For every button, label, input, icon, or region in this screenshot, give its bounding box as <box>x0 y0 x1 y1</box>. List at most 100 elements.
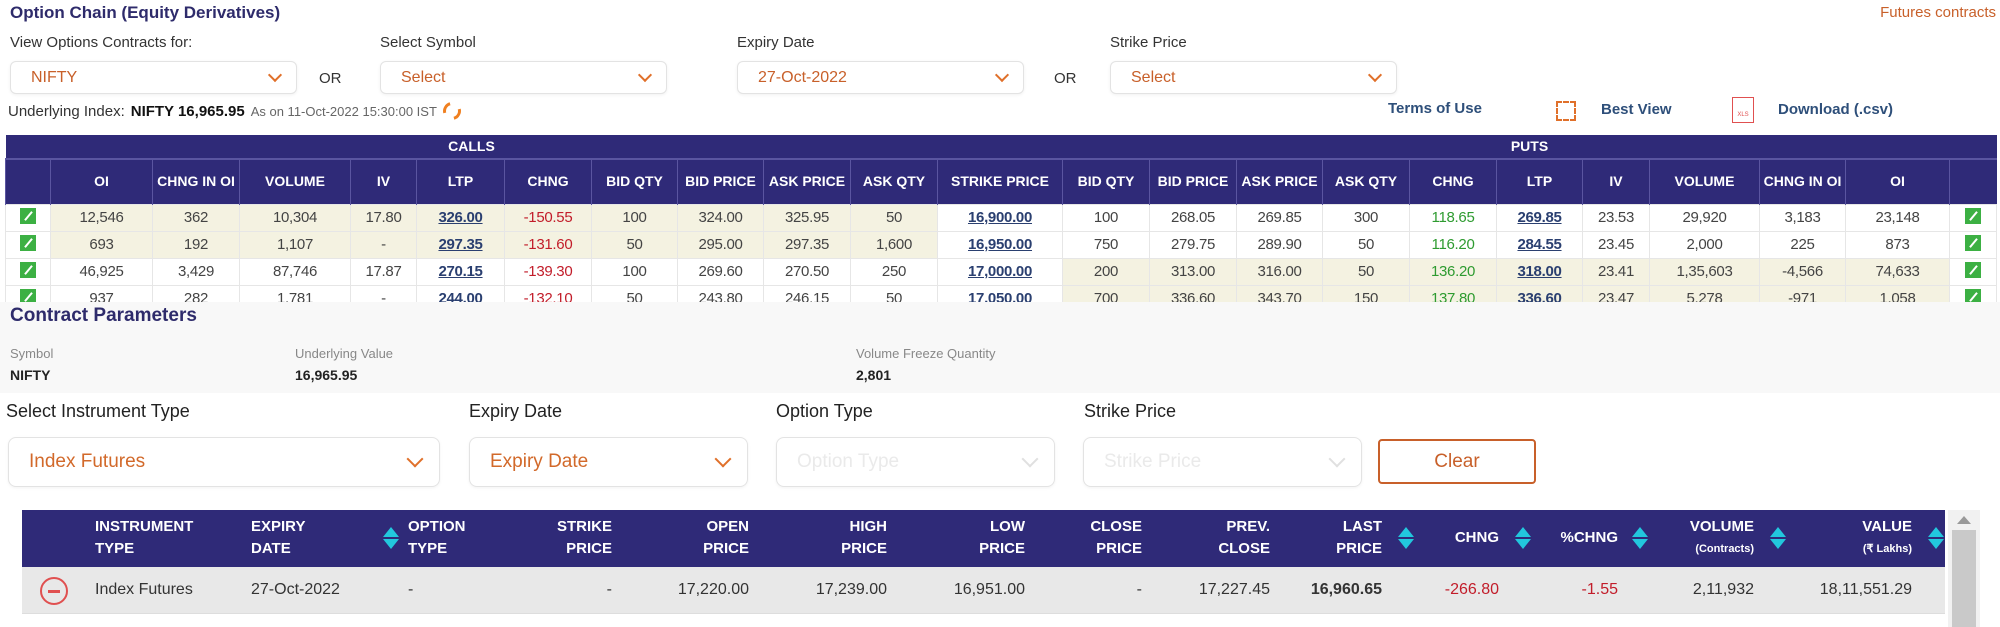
sort-asc-icon[interactable] <box>1515 527 1531 537</box>
cell-ltp[interactable]: 326.00 <box>416 203 505 232</box>
column-header-chng-in-oi[interactable]: CHNG IN OI <box>152 159 240 204</box>
cell-strike-price[interactable]: 17,000.00 <box>937 257 1063 286</box>
scroll-up-icon[interactable] <box>1957 516 1971 524</box>
chart-icon[interactable] <box>20 207 36 224</box>
cell-ltp[interactable]: 297.35 <box>416 230 505 259</box>
terms-of-use-link[interactable]: Terms of Use <box>1388 100 1482 117</box>
best-view-link[interactable]: Best View <box>1601 101 1672 118</box>
column-header-chng[interactable]: CHNG <box>504 159 592 204</box>
header-open[interactable]: OPEN PRICE <box>703 516 749 560</box>
column-header-ltp[interactable]: LTP <box>416 159 505 204</box>
sort-pchng-icon[interactable] <box>1632 527 1648 549</box>
column-header-ask-price[interactable]: ASK PRICE <box>1236 159 1323 204</box>
header-low[interactable]: LOW PRICE <box>979 516 1025 560</box>
puts-header: PUTS <box>1062 135 1997 160</box>
column-header-bid-price[interactable]: BID PRICE <box>677 159 764 204</box>
best-view-icon[interactable] <box>1556 101 1576 121</box>
fut-strike-select[interactable]: Strike Price <box>1083 437 1362 487</box>
sort-asc-icon[interactable] <box>1770 527 1786 537</box>
sort-desc-icon[interactable] <box>1770 539 1786 549</box>
column-header-strike-price[interactable]: STRIKE PRICE <box>937 159 1063 204</box>
sort-expiry-icon[interactable] <box>383 527 399 549</box>
header-chng[interactable]: CHNG <box>1455 527 1499 549</box>
column-header-bid-qty[interactable]: BID QTY <box>1062 159 1150 204</box>
sort-chng-icon[interactable] <box>1515 527 1531 549</box>
puts-chart-cell[interactable] <box>1949 257 1997 286</box>
scrollbar-thumb[interactable] <box>1952 530 1976 627</box>
header-last[interactable]: LAST PRICE <box>1336 516 1382 560</box>
header-option-type[interactable]: OPTION TYPE <box>408 516 466 560</box>
calls-chart-cell[interactable] <box>5 230 51 259</box>
fut-expiry-select[interactable]: Expiry Date <box>469 437 748 487</box>
sort-desc-icon[interactable] <box>1632 539 1648 549</box>
download-csv-link[interactable]: Download (.csv) <box>1778 101 1893 118</box>
header-value[interactable]: VALUE (₹ Lakhs) <box>1862 516 1912 560</box>
column-header-bid-qty[interactable]: BID QTY <box>591 159 678 204</box>
sort-asc-icon[interactable] <box>383 527 399 537</box>
chart-icon[interactable] <box>20 261 36 278</box>
clear-button[interactable]: Clear <box>1378 439 1536 484</box>
cell-ltp[interactable]: 270.15 <box>416 257 505 286</box>
sort-volume-icon[interactable] <box>1770 527 1786 549</box>
scrollbar[interactable] <box>1948 510 1980 627</box>
puts-chart-cell[interactable] <box>1949 230 1997 259</box>
collapse-row-icon[interactable] <box>40 577 68 605</box>
strike-select[interactable]: Select <box>1110 61 1397 94</box>
cell-strike-price[interactable]: 16,950.00 <box>937 230 1063 259</box>
cell-ltp[interactable]: 269.85 <box>1496 203 1583 232</box>
sort-last-icon[interactable] <box>1398 527 1414 549</box>
column-header-ltp[interactable]: LTP <box>1496 159 1583 204</box>
calls-chart-cell[interactable] <box>5 257 51 286</box>
xls-file-icon[interactable]: XLS <box>1732 97 1754 123</box>
header-pchng[interactable]: %CHNG <box>1560 527 1618 549</box>
column-header-ask-qty[interactable]: ASK QTY <box>1322 159 1410 204</box>
column-header-volume[interactable]: VOLUME <box>1649 159 1760 204</box>
header-expiry[interactable]: EXPIRY DATE <box>251 516 305 560</box>
column-header-oi[interactable]: OI <box>1845 159 1950 204</box>
cell-strike-price[interactable]: 16,900.00 <box>937 203 1063 232</box>
calls-header: CALLS <box>5 135 938 160</box>
column-header-oi[interactable]: OI <box>50 159 153 204</box>
chart-icon[interactable] <box>1965 207 1981 224</box>
cell-pchng: -1.55 <box>1581 581 1618 598</box>
chart-icon[interactable] <box>20 234 36 251</box>
header-high[interactable]: HIGH PRICE <box>841 516 887 560</box>
sort-desc-icon[interactable] <box>1398 539 1414 549</box>
column-header-chng-in-oi[interactable]: CHNG IN OI <box>1759 159 1846 204</box>
chart-icon[interactable] <box>1965 261 1981 278</box>
futures-contracts-link[interactable]: Futures contracts <box>1880 4 1996 21</box>
sort-asc-icon[interactable] <box>1928 527 1944 537</box>
column-header-volume[interactable]: VOLUME <box>239 159 351 204</box>
header-strike[interactable]: STRIKE PRICE <box>557 516 612 560</box>
header-prev-close[interactable]: PREV. CLOSE <box>1218 516 1270 560</box>
cell-iv: 23.45 <box>1582 230 1650 259</box>
column-header-iv[interactable]: IV <box>1582 159 1650 204</box>
header-instrument[interactable]: INSTRUMENT TYPE <box>95 516 193 560</box>
column-header-chng[interactable]: CHNG <box>1409 159 1497 204</box>
option-type-select[interactable]: Option Type <box>776 437 1055 487</box>
sort-asc-icon[interactable] <box>1398 527 1414 537</box>
puts-chart-cell[interactable] <box>1949 203 1997 232</box>
sort-asc-icon[interactable] <box>1632 527 1648 537</box>
symbol-select[interactable]: Select <box>380 61 667 94</box>
sort-desc-icon[interactable] <box>383 539 399 549</box>
cell-ltp[interactable]: 284.55 <box>1496 230 1583 259</box>
header-close[interactable]: CLOSE PRICE <box>1090 516 1142 560</box>
column-header-ask-qty[interactable]: ASK QTY <box>850 159 938 204</box>
column-header-iv[interactable]: IV <box>350 159 417 204</box>
refresh-icon[interactable] <box>439 98 465 124</box>
sort-value-icon[interactable] <box>1928 527 1944 549</box>
cell-ltp[interactable]: 318.00 <box>1496 257 1583 286</box>
sort-desc-icon[interactable] <box>1515 539 1531 549</box>
column-header-ask-price[interactable]: ASK PRICE <box>763 159 851 204</box>
calls-chart-cell[interactable] <box>5 203 51 232</box>
header-volume[interactable]: VOLUME (Contracts) <box>1690 516 1754 560</box>
expiry-select[interactable]: 27-Oct-2022 <box>737 61 1024 94</box>
option-type-label: Option Type <box>776 401 873 421</box>
instrument-type-select[interactable]: Index Futures <box>8 437 440 487</box>
chart-icon[interactable] <box>1965 234 1981 251</box>
index-select[interactable]: NIFTY <box>10 61 297 94</box>
sort-desc-icon[interactable] <box>1928 539 1944 549</box>
cell-open: 17,220.00 <box>677 581 749 598</box>
column-header-bid-price[interactable]: BID PRICE <box>1149 159 1237 204</box>
